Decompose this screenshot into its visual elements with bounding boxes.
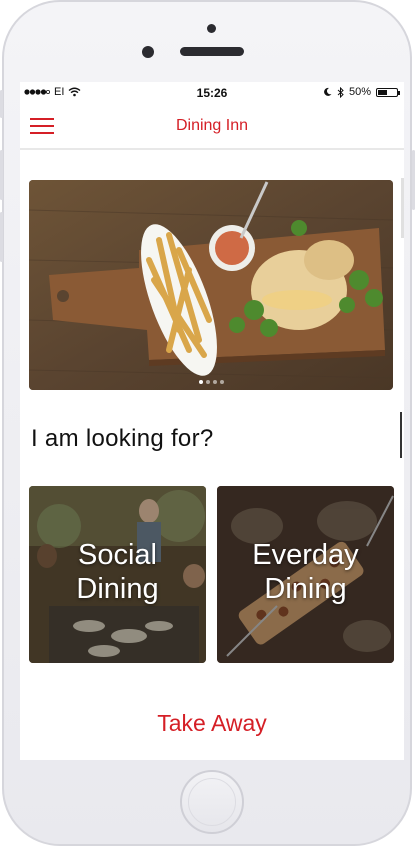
nav-title: Dining Inn: [175, 117, 249, 134]
battery-icon: [376, 87, 400, 97]
battery-percent: 50%: [348, 86, 371, 98]
app-screen: EI 15:26 50% Dining Inn I am looking for…: [20, 82, 404, 760]
mute-switch: [0, 90, 3, 118]
power-button: [412, 150, 415, 210]
bluetooth-icon: [337, 86, 344, 98]
social-dining-line2: Dining: [76, 573, 159, 605]
moon-icon: [324, 87, 332, 96]
everday-dining-line1: Everday: [252, 539, 359, 571]
battery-fill: [378, 89, 387, 95]
hero-carousel[interactable]: [29, 180, 393, 390]
social-dining-line1: Social: [78, 539, 157, 571]
section-heading: I am looking for?: [31, 425, 214, 452]
next-slide-peek: [401, 178, 404, 238]
carousel-dot-1[interactable]: [198, 380, 203, 384]
carousel-dot-2[interactable]: [205, 380, 210, 384]
carousel-dot-4[interactable]: [219, 380, 224, 384]
navigation-bar: Dining Inn: [20, 104, 404, 150]
social-dining-label: Social Dining: [29, 538, 206, 606]
earpiece-speaker: [180, 47, 244, 56]
home-button[interactable]: [180, 770, 244, 834]
divider: [400, 412, 402, 458]
front-camera-icon: [142, 46, 154, 58]
carousel-dot-3[interactable]: [212, 380, 217, 384]
take-away-button[interactable]: Take Away: [20, 710, 404, 737]
carousel-pagination: [29, 380, 393, 384]
carousel-food-image: [29, 180, 393, 390]
status-bar: EI 15:26 50%: [20, 82, 404, 104]
volume-up-button: [0, 150, 3, 200]
home-button-ring: [188, 778, 236, 826]
everday-dining-card[interactable]: Everday Dining: [217, 486, 394, 663]
everday-dining-label: Everday Dining: [217, 538, 394, 606]
social-dining-card[interactable]: Social Dining: [29, 486, 206, 663]
proximity-sensor: [207, 24, 216, 33]
volume-down-button: [0, 212, 3, 262]
phone-frame: EI 15:26 50% Dining Inn I am looking for…: [2, 0, 412, 846]
everday-dining-line2: Dining: [264, 573, 347, 605]
